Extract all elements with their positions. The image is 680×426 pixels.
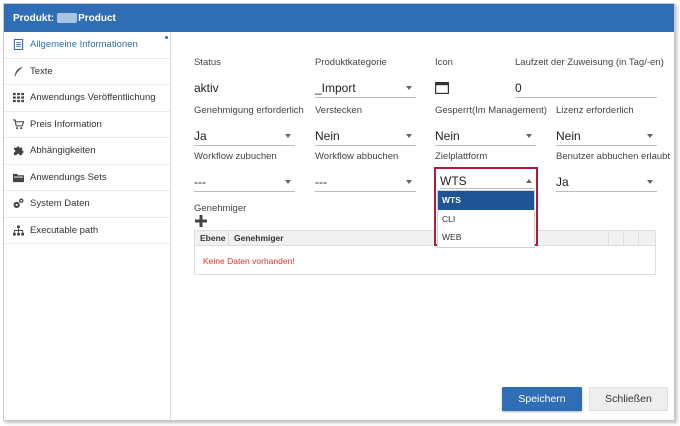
puzzle-icon	[12, 145, 24, 157]
genehmigung-select[interactable]: Ja	[194, 126, 295, 146]
save-button[interactable]: Speichern	[502, 387, 582, 411]
column-header-extra-1	[609, 231, 624, 245]
gesperrt-select[interactable]: Nein	[435, 126, 536, 146]
option-cli[interactable]: CLI	[438, 210, 534, 229]
sitemap-icon	[12, 224, 24, 236]
gesperrt-label: Gesperrt(Im Management)	[435, 105, 547, 116]
chevron-down-icon	[647, 133, 653, 138]
chevron-down-icon	[285, 133, 291, 138]
zielplattform-label: Zielplattform	[435, 151, 488, 162]
sidebar-item-label: System Daten	[30, 198, 90, 210]
produktkategorie-field: Produktkategorie _Import	[315, 57, 416, 98]
option-web[interactable]: WEB	[438, 228, 534, 247]
feather-icon	[12, 65, 24, 77]
sidebar-item-label: Preis Information	[30, 118, 102, 130]
laufzeit-input[interactable]: 0	[515, 78, 657, 98]
zielplattform-highlight: WTS WTS CLI WEB	[434, 167, 538, 248]
workflow-zubuchen-label: Workflow zubuchen	[194, 151, 277, 162]
gears-icon	[12, 198, 24, 210]
workflow-zubuchen-select[interactable]: ---	[194, 172, 295, 192]
genehmigung-label: Genehmigung erforderlich	[194, 105, 304, 116]
benutzer-abbuchen-label: Benutzer abbuchen erlaubt	[556, 151, 671, 162]
sidebar-item-label: Executable path	[30, 224, 99, 236]
sidebar-item-label: Anwendungs Veröffentlichung	[30, 92, 156, 104]
genehmigung-value: Ja	[194, 128, 207, 143]
zielplattform-value: WTS	[440, 173, 467, 188]
dialog-title-suffix: Product	[78, 12, 116, 24]
genehmiger-table: Ebene Genehmiger Keine Daten vorhanden!	[194, 230, 656, 275]
cart-icon	[12, 118, 24, 130]
sidebar-item-preis-information[interactable]: Preis Information	[4, 112, 170, 138]
folder-icon	[12, 171, 24, 183]
benutzer-abbuchen-field: Benutzer abbuchen erlaubt Ja	[556, 151, 671, 192]
chevron-down-icon	[406, 179, 412, 184]
table-header: Ebene Genehmiger	[195, 231, 655, 246]
dialog-titlebar: Produkt: Product	[4, 4, 674, 32]
sidebar-item-system-daten[interactable]: System Daten	[4, 191, 170, 218]
genehmiger-label: Genehmiger	[194, 203, 247, 214]
sidebar-item-abhaengigkeiten[interactable]: Abhängigkeiten	[4, 138, 170, 165]
window-icon	[435, 82, 449, 94]
workflow-abbuchen-select[interactable]: ---	[315, 172, 416, 192]
column-header-extra-2	[624, 231, 639, 245]
verstecken-select[interactable]: Nein	[315, 126, 416, 146]
close-button[interactable]: Schließen	[589, 387, 668, 411]
sidebar-item-anwendungs-veroeffentlichung[interactable]: Anwendungs Veröffentlichung	[4, 85, 170, 112]
laufzeit-label: Laufzeit der Zuweisung (in Tag/-en)	[515, 57, 664, 68]
verstecken-field: Verstecken Nein	[315, 105, 416, 146]
lizenz-field: Lizenz erforderlich Nein	[556, 105, 657, 146]
sidebar-item-label: Texte	[30, 65, 53, 77]
grid-icon	[12, 92, 24, 104]
chevron-down-icon	[285, 179, 291, 184]
sidebar-item-label: Allgemeine Informationen	[30, 39, 138, 51]
workflow-zubuchen-field: Workflow zubuchen ---	[194, 151, 295, 192]
chevron-down-icon	[406, 85, 412, 90]
workflow-abbuchen-field: Workflow abbuchen ---	[315, 151, 416, 192]
produktkategorie-label: Produktkategorie	[315, 57, 387, 68]
lizenz-select[interactable]: Nein	[556, 126, 657, 146]
gesperrt-field: Gesperrt(Im Management) Nein	[435, 105, 547, 146]
benutzer-abbuchen-value: Ja	[556, 174, 569, 189]
sidebar: Allgemeine Informationen Texte Anwendung…	[4, 32, 171, 420]
gesperrt-value: Nein	[435, 128, 460, 143]
status-label: Status	[194, 57, 221, 68]
sidebar-item-label: Anwendungs Sets	[30, 171, 107, 183]
chevron-down-icon	[406, 133, 412, 138]
produktkategorie-select[interactable]: _Import	[315, 78, 416, 98]
status-value: aktiv	[194, 81, 219, 95]
empty-table-message: Keine Daten vorhanden!	[203, 256, 295, 266]
product-dialog: Produkt: Product Allgemeine Informatione…	[3, 3, 675, 421]
dialog-title-prefix: Produkt:	[13, 12, 55, 24]
column-header-ebene[interactable]: Ebene	[195, 231, 229, 245]
zielplattform-select[interactable]: WTS	[440, 173, 534, 189]
status-field: Status aktiv	[194, 57, 295, 98]
zielplattform-field: Zielplattform	[435, 151, 536, 163]
chevron-up-icon	[526, 178, 532, 183]
benutzer-abbuchen-select[interactable]: Ja	[556, 172, 657, 192]
workflow-abbuchen-value: ---	[315, 174, 327, 189]
laufzeit-field: Laufzeit der Zuweisung (in Tag/-en) 0	[515, 57, 664, 98]
chevron-down-icon	[526, 133, 532, 138]
sidebar-item-anwendungs-sets[interactable]: Anwendungs Sets	[4, 165, 170, 191]
document-icon	[12, 39, 24, 51]
workflow-abbuchen-label: Workflow abbuchen	[315, 151, 399, 162]
produktkategorie-value: _Import	[315, 80, 356, 95]
main-content: Status aktiv Produktkategorie _Import Ic…	[172, 32, 674, 420]
chevron-down-icon	[647, 179, 653, 184]
sidebar-item-allgemeine-informationen[interactable]: Allgemeine Informationen	[4, 32, 170, 59]
sidebar-item-executable-path[interactable]: Executable path	[4, 218, 170, 244]
zielplattform-options: WTS CLI WEB	[437, 190, 535, 248]
verstecken-label: Verstecken	[315, 105, 362, 116]
sidebar-item-label: Abhängigkeiten	[30, 145, 96, 157]
redacted-product-name	[57, 13, 78, 23]
lizenz-value: Nein	[556, 128, 581, 143]
genehmigung-field: Genehmigung erforderlich Ja	[194, 105, 304, 146]
sidebar-item-texte[interactable]: Texte	[4, 59, 170, 85]
add-genehmiger-button[interactable]	[195, 215, 207, 227]
option-wts[interactable]: WTS	[438, 191, 534, 210]
lizenz-label: Lizenz erforderlich	[556, 105, 634, 116]
workflow-zubuchen-value: ---	[194, 174, 206, 189]
verstecken-value: Nein	[315, 128, 340, 143]
column-header-genehmiger[interactable]: Genehmiger	[229, 231, 609, 245]
